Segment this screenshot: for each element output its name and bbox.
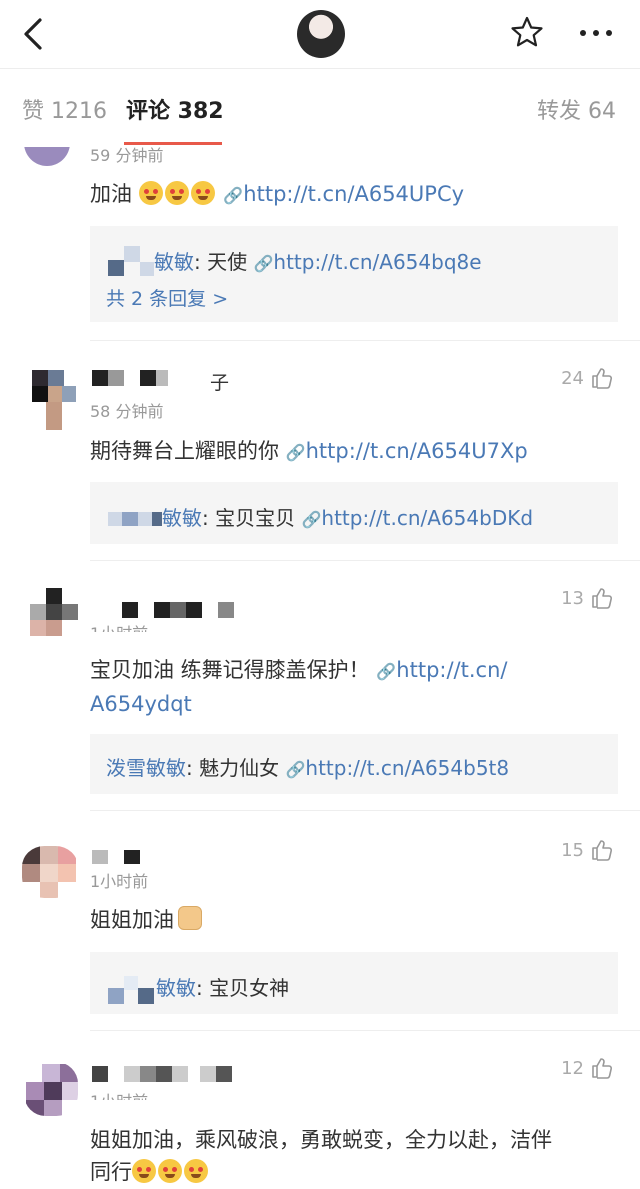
comment-body-continued: 同行: [90, 1160, 132, 1184]
like-button[interactable]: 12: [561, 1056, 614, 1080]
like-button[interactable]: 13: [561, 586, 614, 610]
comment-text: 姐姐加油: [90, 904, 620, 936]
comment-text: 加油 🔗http://t.cn/A654UPCy: [90, 178, 620, 212]
comment-time: 1小时前: [90, 1088, 148, 1100]
avatar[interactable]: [30, 588, 80, 636]
avatar[interactable]: [297, 10, 345, 58]
reply-box[interactable]: 敏敏: 宝贝宝贝 🔗http://t.cn/A654bDKd: [90, 482, 618, 544]
reply-box[interactable]: 泼雪敏敏: 魅力仙女 🔗http://t.cn/A654b5t8: [90, 734, 618, 794]
reply-link[interactable]: http://t.cn/A654bDKd: [321, 506, 533, 530]
reply-separator: :: [194, 250, 208, 274]
username-redacted: [92, 850, 140, 866]
comment-body: 姐姐加油: [90, 908, 174, 932]
more-replies-link[interactable]: 共 2 条回复 >: [106, 284, 228, 311]
like-button[interactable]: 24: [561, 366, 614, 390]
reply-author[interactable]: 敏敏: [156, 976, 196, 1000]
comment-time: 58 分钟前: [90, 402, 164, 421]
comment-text: 姐姐加油，乘风破浪，勇敢蜕变，全力以赴，洁伴 同行: [90, 1124, 620, 1188]
reply-link[interactable]: http://t.cn/A654b5t8: [305, 756, 509, 780]
divider: [90, 1030, 640, 1031]
thumbs-up-icon: [592, 1058, 613, 1079]
emoji-icon: [132, 1159, 156, 1183]
emoji-icon: [138, 181, 163, 205]
username[interactable]: 子: [210, 368, 229, 395]
comment-text: 宝贝加油 练舞记得膝盖保护！ 🔗http://t.cn/ A654ydqt: [90, 654, 620, 720]
reply-text: 宝贝宝贝: [215, 506, 296, 530]
comment-body: 加油: [90, 182, 132, 206]
divider: [90, 560, 640, 561]
emoji-icon: [190, 181, 215, 205]
avatar: [106, 244, 154, 280]
reply-text: 魅力仙女: [199, 756, 280, 780]
comment-link[interactable]: http://t.cn/A654U7Xp: [306, 439, 528, 463]
tab-reposts[interactable]: 转发 64: [537, 93, 616, 125]
avatar: [106, 504, 162, 528]
more-dots-icon[interactable]: [578, 22, 614, 44]
divider: [90, 810, 640, 811]
reply-line: 敏敏: 宝贝女神: [156, 972, 289, 1001]
comment-text: 期待舞台上耀眼的你 🔗http://t.cn/A654U7Xp: [90, 435, 620, 469]
comment-body: 期待舞台上耀眼的你: [90, 439, 279, 463]
avatar: [106, 976, 156, 1006]
tab-bar: 赞 1216 评论 382 转发 64: [0, 68, 640, 147]
avatar[interactable]: [24, 1062, 78, 1116]
comment-body: 宝贝加油 练舞记得膝盖保护！: [90, 658, 370, 682]
reply-line: 敏敏: 天使 🔗http://t.cn/A654bq8e: [154, 246, 482, 275]
link-icon: 🔗: [301, 510, 322, 529]
reply-separator: :: [196, 976, 210, 1000]
username-redacted: [92, 370, 172, 388]
reply-author[interactable]: 敏敏: [154, 250, 194, 274]
like-button[interactable]: 15: [561, 838, 614, 862]
thumbs-up-icon: [592, 588, 613, 609]
chevron-left-icon[interactable]: [18, 16, 48, 52]
reply-box[interactable]: 敏敏: 宝贝女神: [90, 952, 618, 1014]
divider: [90, 340, 640, 341]
username-redacted: [92, 1066, 232, 1082]
username-redacted: [122, 602, 234, 618]
link-icon: 🔗: [253, 254, 274, 273]
comment-link[interactable]: http://t.cn/A654UPCy: [243, 182, 464, 206]
comment-time: 1小时前: [90, 872, 149, 891]
tab-comments[interactable]: 评论 382: [126, 93, 224, 125]
avatar[interactable]: [22, 846, 78, 898]
active-tab-indicator: [124, 142, 222, 145]
emoji-icon: [158, 1159, 182, 1183]
reply-separator: :: [202, 506, 216, 530]
like-count: 12: [561, 1057, 584, 1079]
comment-link[interactable]: http://t.cn/: [396, 658, 507, 682]
thumbs-up-icon: [592, 368, 613, 389]
reply-text: 天使: [207, 250, 248, 274]
reply-box[interactable]: 敏敏: 天使 🔗http://t.cn/A654bq8e 共 2 条回复 >: [90, 226, 618, 322]
reply-separator: :: [186, 756, 200, 780]
avatar[interactable]: [24, 370, 78, 432]
comment-body: 姐姐加油，乘风破浪，勇敢蜕变，全力以赴，洁伴: [90, 1128, 552, 1152]
like-count: 15: [561, 839, 584, 861]
comment-time: 1小时前: [90, 620, 148, 632]
link-icon: 🔗: [376, 662, 397, 681]
reply-author[interactable]: 敏敏: [162, 506, 202, 530]
tab-likes[interactable]: 赞 1216: [22, 93, 107, 125]
emoji-icon: [184, 1159, 208, 1183]
thumbs-up-icon: [592, 840, 613, 861]
like-count: 24: [561, 367, 584, 389]
top-bar: [0, 0, 640, 68]
reply-author[interactable]: 泼雪敏敏: [106, 756, 186, 780]
link-icon: 🔗: [285, 760, 306, 779]
reply-link[interactable]: http://t.cn/A654bq8e: [273, 250, 481, 274]
fist-emoji-icon: [178, 906, 202, 930]
link-icon: 🔗: [223, 186, 244, 205]
link-icon: 🔗: [285, 443, 306, 462]
reply-line: 敏敏: 宝贝宝贝 🔗http://t.cn/A654bDKd: [162, 502, 533, 531]
reply-line: 泼雪敏敏: 魅力仙女 🔗http://t.cn/A654b5t8: [106, 752, 509, 781]
comment-link-continued[interactable]: A654ydqt: [90, 692, 192, 716]
star-outline-icon[interactable]: [510, 15, 544, 49]
reply-text: 宝贝女神: [209, 976, 290, 1000]
emoji-icon: [164, 181, 189, 205]
like-count: 13: [561, 587, 584, 609]
